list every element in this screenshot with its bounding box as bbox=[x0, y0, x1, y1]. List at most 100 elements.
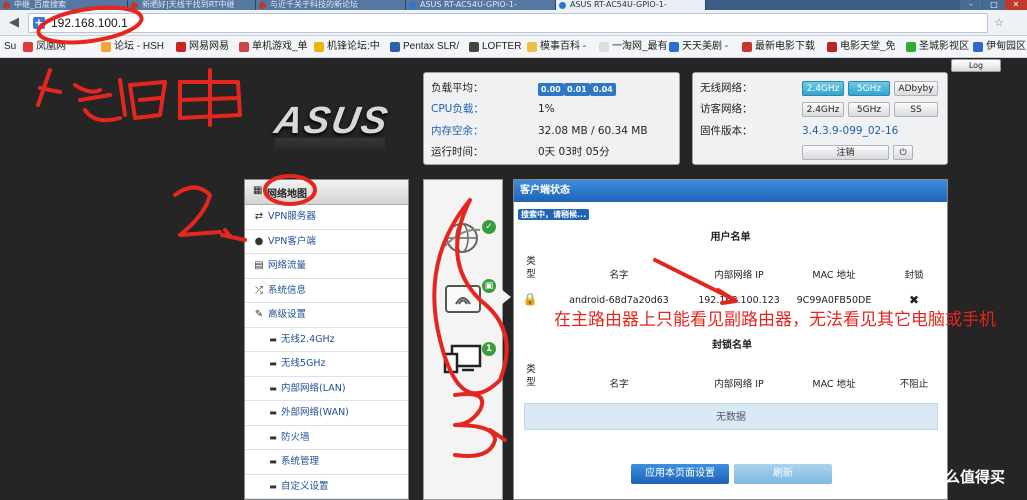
logout-button[interactable]: 注销 bbox=[802, 145, 889, 160]
load-15m-badge: 0.04 bbox=[590, 83, 616, 96]
router-tablet-icon[interactable] bbox=[442, 280, 484, 318]
sidebar-item-system-info[interactable]: ⤮ 系统信息 bbox=[245, 279, 408, 303]
bookmark-item[interactable]: 圣城影视区 bbox=[905, 39, 969, 55]
network-map-icon: ▦ bbox=[253, 185, 263, 196]
bookmark-icon bbox=[469, 42, 479, 52]
new-tab-plus-icon[interactable]: + bbox=[33, 17, 45, 29]
log-button[interactable]: Log bbox=[951, 59, 1001, 72]
watermark-text: 什么值得买 bbox=[930, 468, 1006, 486]
wrench-icon: ✎ bbox=[254, 309, 264, 320]
column-ip: 内部网络 IP bbox=[714, 379, 764, 390]
bookmark-item[interactable]: 论坛 - HSH bbox=[100, 39, 164, 55]
tab-favicon-icon bbox=[131, 2, 138, 9]
sidebar-item-vpn-server[interactable]: ⇄ VPN服务器 bbox=[245, 205, 408, 230]
bookmark-item[interactable]: 凤凰网 bbox=[22, 39, 66, 55]
sidebar-subitem-wifi5[interactable]: ▬ 无线5GHz bbox=[245, 352, 408, 377]
dash-icon: ▬ bbox=[269, 408, 277, 417]
guest-24ghz-button[interactable]: 2.4GHz bbox=[802, 102, 844, 117]
client-name: android-68d7a20d63 bbox=[569, 295, 669, 306]
wifi-5ghz-button[interactable]: 5GHz bbox=[848, 81, 890, 96]
load-5m-badge: 0.01 bbox=[564, 83, 590, 96]
block-x-icon[interactable]: ✖ bbox=[899, 293, 929, 307]
dash-icon: ▬ bbox=[269, 383, 277, 393]
lock-icon: 🔒 bbox=[522, 292, 538, 306]
sidebar-item-network-map[interactable]: ▦ 网络地图 bbox=[245, 180, 408, 205]
dash-icon: ▬ bbox=[269, 432, 277, 442]
sidebar-subitem-lan[interactable]: ▬ 内部网络(LAN) bbox=[245, 377, 408, 401]
internet-globe-icon[interactable] bbox=[442, 218, 484, 256]
address-bar[interactable]: + 192.168.100.1 bbox=[28, 13, 988, 33]
bookmark-item[interactable]: 一淘网_最有 bbox=[598, 39, 668, 55]
bookmarks-bar: Su 凤凰网 论坛 - HSH 网易网易 单机游戏_单 机锋论坛:中 Penta… bbox=[0, 36, 1027, 58]
url-text[interactable]: 192.168.100.1 bbox=[51, 16, 128, 30]
bookmark-item[interactable]: 模事百科 - bbox=[526, 39, 586, 55]
sidebar-subitem-firewall[interactable]: ▬ 防火墙 bbox=[245, 426, 408, 450]
bookmark-item[interactable]: Pentax SLR/ bbox=[389, 39, 459, 55]
uptime-value: 0天 03时 05分 bbox=[538, 146, 610, 158]
firmware-label: 固件版本： bbox=[700, 125, 753, 137]
client-ip: 192.168.100.123 bbox=[698, 295, 780, 306]
bookmark-item[interactable]: Su bbox=[0, 39, 16, 55]
sidebar-subitem-custom[interactable]: ▬ 自定义设置 bbox=[245, 475, 408, 499]
browser-tab[interactable]: 新晒好|天线干找到RT中继 bbox=[128, 0, 256, 10]
bookmark-item[interactable]: 伊甸园区 bbox=[972, 39, 1026, 55]
bookmark-icon bbox=[599, 42, 609, 52]
sidebar-menu: ▦ 网络地图 ⇄ VPN服务器 ● VPN客户端 ▤ 网络流量 ⤮ 系统信息 ✎ 高级设置… bbox=[244, 179, 409, 500]
network-map-column: ✓ ▣ 1 bbox=[423, 179, 503, 500]
dash-icon: ▬ bbox=[269, 481, 277, 491]
refresh-button[interactable]: 刷新 bbox=[734, 464, 832, 484]
dash-icon: ▬ bbox=[269, 457, 277, 466]
bookmark-item[interactable]: 单机游戏_单 bbox=[238, 39, 308, 55]
column-name: 名字 bbox=[609, 379, 629, 390]
browser-tab[interactable]: ASUS RT-AC54U-GPIO-1- bbox=[406, 0, 556, 10]
guest-5ghz-button[interactable]: 5GHz bbox=[848, 102, 890, 117]
asus-logo: ASUS bbox=[271, 100, 393, 142]
adbyby-button[interactable]: ADbyby bbox=[894, 81, 938, 96]
firmware-value[interactable]: 3.4.3.9-099_02-16 bbox=[802, 122, 898, 140]
bookmark-item[interactable]: 机锋论坛:中 bbox=[313, 39, 380, 55]
dash-icon: ▬ bbox=[269, 334, 277, 344]
column-type: 类型 bbox=[526, 364, 536, 388]
column-block: 封锁 bbox=[904, 270, 924, 281]
client-status-panel: 客户端状态 搜索中，请稍候... 用户名单 类型 名字 内部网络 IP MAC … bbox=[513, 179, 948, 500]
column-mac: MAC 地址 bbox=[812, 270, 856, 281]
close-icon[interactable]: ✕ bbox=[1005, 0, 1027, 10]
browser-tab[interactable]: 中继_百度搜索 bbox=[0, 0, 128, 10]
client-mac-link[interactable]: 9C99A0FB50DE bbox=[789, 295, 879, 306]
globe-icon: ● bbox=[254, 235, 264, 247]
cpu-label[interactable]: CPU负载： bbox=[431, 100, 484, 118]
user-list-heading: 用户名单 bbox=[710, 232, 751, 243]
clients-monitor-icon[interactable] bbox=[442, 342, 484, 380]
bookmark-icon bbox=[973, 42, 983, 52]
sidebar-subitem-wan[interactable]: ▬ 外部网络(WAN) bbox=[245, 401, 408, 426]
memory-value: 32.08 MB / 60.34 MB bbox=[538, 125, 648, 137]
star-icon[interactable]: ☆ bbox=[994, 16, 1022, 30]
bookmark-item[interactable]: 网易网易 bbox=[175, 39, 229, 55]
bookmark-item[interactable]: 电影天堂_免 bbox=[826, 39, 896, 55]
uptime-label: 运行时间： bbox=[431, 146, 484, 158]
maximize-icon[interactable]: □ bbox=[983, 0, 1005, 10]
bookmark-item[interactable]: 天天美剧 - bbox=[668, 39, 728, 55]
browser-tab-active[interactable]: ASUS RT-AC54U-GPIO-1- bbox=[556, 0, 706, 10]
sidebar-item-traffic[interactable]: ▤ 网络流量 bbox=[245, 254, 408, 279]
back-icon[interactable]: ◀ bbox=[4, 14, 24, 32]
traffic-icon: ▤ bbox=[254, 260, 264, 271]
minimize-icon[interactable]: – bbox=[960, 0, 982, 10]
sidebar-subitem-system[interactable]: ▬ 系统管理 bbox=[245, 450, 408, 475]
browser-tab[interactable]: 与近千关于科技的新论坛 bbox=[256, 0, 406, 10]
bookmark-item[interactable]: 最新电影下载 bbox=[741, 39, 815, 55]
power-icon[interactable]: ⏻ bbox=[893, 145, 913, 160]
bookmark-icon bbox=[23, 42, 33, 52]
sidebar-item-advanced[interactable]: ✎ 高级设置 bbox=[245, 303, 408, 328]
scanning-badge: 搜索中，请稍候... bbox=[518, 209, 590, 220]
load-label: 负载平均： bbox=[431, 82, 484, 94]
apply-button[interactable]: 应用本页面设置 bbox=[631, 464, 729, 484]
wireless-status-panel: 无线网络： 2.4GHz 5GHz ADbyby 访客网络： 2.4GHz 5G… bbox=[692, 72, 948, 165]
memory-label[interactable]: 内存空余： bbox=[431, 122, 484, 140]
sidebar-item-vpn-client[interactable]: ● VPN客户端 bbox=[245, 230, 408, 254]
wifi-24ghz-button[interactable]: 2.4GHz bbox=[802, 81, 844, 96]
ss-button[interactable]: SS bbox=[894, 102, 938, 117]
bookmark-icon bbox=[669, 42, 679, 52]
sidebar-subitem-wifi24[interactable]: ▬ 无线2.4GHz bbox=[245, 328, 408, 352]
bookmark-item[interactable]: LOFTER bbox=[468, 39, 521, 55]
